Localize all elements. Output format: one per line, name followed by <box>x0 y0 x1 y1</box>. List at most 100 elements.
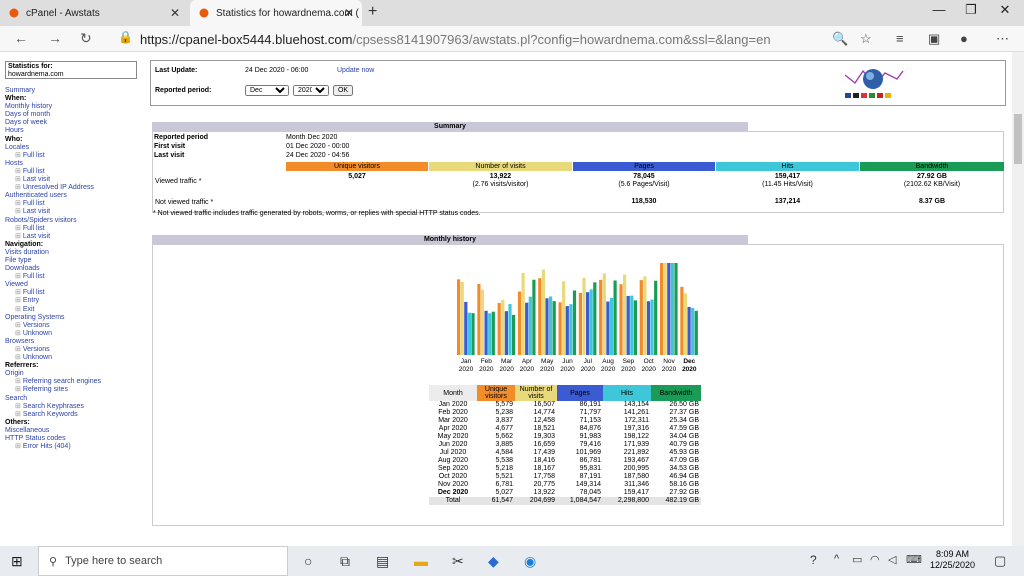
volume-icon[interactable]: ◁ <box>888 553 896 566</box>
sidebar-item[interactable]: Origin <box>5 370 146 378</box>
bar <box>471 313 475 355</box>
x-tick-label: Jun <box>562 358 573 365</box>
sidebar-item[interactable]: ⊞ Unknown <box>5 330 146 338</box>
notification-icon[interactable]: ▢ <box>994 553 1006 569</box>
app-icon[interactable]: ◆ <box>488 553 499 570</box>
sidebar-item[interactable]: ⊞ Unknown <box>5 354 146 362</box>
sidebar-item[interactable]: ⊞ Referring sites <box>5 386 146 394</box>
summary-header-cell: Pages <box>573 162 715 171</box>
windows-start-icon[interactable]: ⊞ <box>11 553 23 570</box>
new-tab-button[interactable]: + <box>368 3 377 21</box>
sidebar-item[interactable]: Robots/Spiders visitors <box>5 217 146 225</box>
sidebar-item[interactable]: ⊞ Unresolved IP Address <box>5 184 146 192</box>
app-icon[interactable]: ▤ <box>376 553 389 570</box>
taskbar-search[interactable]: ⚲ Type here to search <box>38 546 288 576</box>
forward-icon[interactable]: → <box>48 30 62 46</box>
sidebar-item[interactable]: Days of month <box>5 111 146 119</box>
sidebar-item[interactable]: ⊞ Referring search engines <box>5 378 146 386</box>
sidebar-item[interactable]: Operating Systems <box>5 314 146 322</box>
sidebar-item[interactable]: File type <box>5 257 146 265</box>
sidebar-item[interactable]: Browsers <box>5 338 146 346</box>
month-select[interactable]: Dec <box>245 85 289 96</box>
ok-button[interactable]: OK <box>333 85 353 96</box>
sidebar-item[interactable]: HTTP Status codes <box>5 435 146 443</box>
scroll-thumb[interactable] <box>1014 114 1022 164</box>
favorites-bar-icon[interactable]: ≡ <box>896 31 904 46</box>
x-tick-year: 2020 <box>479 366 494 373</box>
menu-icon[interactable]: ⋯ <box>996 31 1009 47</box>
sidebar-item[interactable]: ⊞ Full list <box>5 225 146 233</box>
sidebar-item[interactable]: ⊞ Full list <box>5 152 146 160</box>
table-row: Apr 2020 4,677 18,521 84,876 197,316 47.59 GB <box>429 425 701 433</box>
table-header: Bandwidth <box>651 385 701 401</box>
snip-icon[interactable]: ✂ <box>452 553 464 570</box>
sidebar-item[interactable]: Viewed <box>5 281 146 289</box>
sidebar-item-label: Full list <box>22 151 45 159</box>
sidebar-item[interactable]: Days of week <box>5 119 146 127</box>
table-cell: 187,580 <box>623 473 649 480</box>
sidebar-item[interactable]: Hours <box>5 127 146 135</box>
sidebar-item[interactable]: Miscellaneous <box>5 427 146 435</box>
back-icon[interactable]: ← <box>14 30 28 46</box>
sidebar-item[interactable]: Visits duration <box>5 249 146 257</box>
sidebar-item[interactable]: ⊞ Versions <box>5 322 146 330</box>
summary-note: * Not viewed traffic includes traffic ge… <box>153 210 481 217</box>
sidebar-item[interactable]: ⊞ Full list <box>5 200 146 208</box>
sidebar-item[interactable]: Authenticated users <box>5 192 146 200</box>
update-now-link[interactable]: Update now <box>337 67 374 74</box>
maximize-button[interactable]: ❐ <box>956 2 986 18</box>
window-close-button[interactable]: ✕ <box>990 2 1020 18</box>
edge-icon[interactable]: ◉ <box>524 553 536 570</box>
sidebar-item[interactable]: ⊞ Search Keyphrases <box>5 403 146 411</box>
tab-awstats[interactable]: Statistics for howardnema.com ( ✕ <box>190 0 362 26</box>
year-select[interactable]: 2020 <box>293 85 329 96</box>
sidebar-item[interactable]: Search <box>5 395 146 403</box>
keyboard-icon[interactable]: ⌨ <box>906 553 922 566</box>
sidebar-item[interactable]: Locales <box>5 144 146 152</box>
collections-icon[interactable]: ▣ <box>928 31 940 47</box>
sidebar-item-label: Full list <box>22 200 45 208</box>
tab-cpanel[interactable]: cPanel - Awstats ✕ <box>0 0 188 26</box>
monthly-history-panel: Jan 2020 Feb 2020 Mar 2020 Apr 2020 May 2020 Jun 20… <box>152 244 1004 526</box>
x-tick-year: 2020 <box>682 366 697 373</box>
table-cell: 86,781 <box>579 457 601 464</box>
viewed-sub-value: (2102.62 KB/Visit) <box>903 181 961 188</box>
battery-icon[interactable]: ▭ <box>852 553 862 566</box>
help-icon[interactable]: ? <box>810 553 817 567</box>
scrollbar[interactable] <box>1012 52 1024 546</box>
sidebar-item[interactable]: ⊞ Full list <box>5 273 146 281</box>
last-visit-value: 24 Dec 2020 - 04:56 <box>286 152 350 159</box>
task-view-icon[interactable]: ⧉ <box>340 553 350 570</box>
favorite-icon[interactable]: ☆ <box>860 31 872 47</box>
chevron-up-icon[interactable]: ^ <box>834 553 839 565</box>
sidebar-item[interactable]: ⊞ Last visit <box>5 176 146 184</box>
bar <box>491 311 495 355</box>
close-icon[interactable]: ✕ <box>344 6 354 20</box>
sidebar-item[interactable]: Monthly history <box>5 103 146 111</box>
sidebar-heading: Referrers: <box>5 362 39 370</box>
sidebar-item[interactable]: ⊞ Last visit <box>5 208 146 216</box>
clock[interactable]: 8:09 AM 12/25/2020 <box>930 549 975 571</box>
refresh-icon[interactable]: ↻ <box>80 30 92 47</box>
file-explorer-icon[interactable]: ▬ <box>414 553 428 569</box>
summary-header-cell: Unique visitors <box>286 162 428 171</box>
sidebar-item[interactable]: ⊞ Full list <box>5 289 146 297</box>
sidebar-item[interactable]: ⊞ Full list <box>5 168 146 176</box>
sidebar-item[interactable]: Summary <box>5 87 146 95</box>
sidebar-item[interactable]: ⊞ Versions <box>5 346 146 354</box>
sidebar-item[interactable]: ⊞ Exit <box>5 306 146 314</box>
network-icon[interactable]: ◠ <box>870 553 880 566</box>
close-icon[interactable]: ✕ <box>170 6 180 20</box>
sidebar-item[interactable]: ⊞ Last visit <box>5 233 146 241</box>
avatar[interactable]: ● <box>960 31 968 46</box>
sidebar-item[interactable]: ⊞ Error Hits (404) <box>5 443 146 451</box>
cortana-icon[interactable]: ○ <box>304 553 312 569</box>
zoom-icon[interactable]: 🔍 <box>832 31 848 47</box>
minimize-button[interactable]: — <box>924 2 954 17</box>
sidebar-item[interactable]: ⊞ Entry <box>5 297 146 305</box>
url-input[interactable]: https://cpanel-box5444.bluehost.com/cpse… <box>140 32 771 47</box>
sidebar-item[interactable]: ⊞ Search Keywords <box>5 411 146 419</box>
sidebar-item[interactable]: Downloads <box>5 265 146 273</box>
table-cell: 16,507 <box>533 401 555 408</box>
sidebar-item[interactable]: Hosts <box>5 160 146 168</box>
